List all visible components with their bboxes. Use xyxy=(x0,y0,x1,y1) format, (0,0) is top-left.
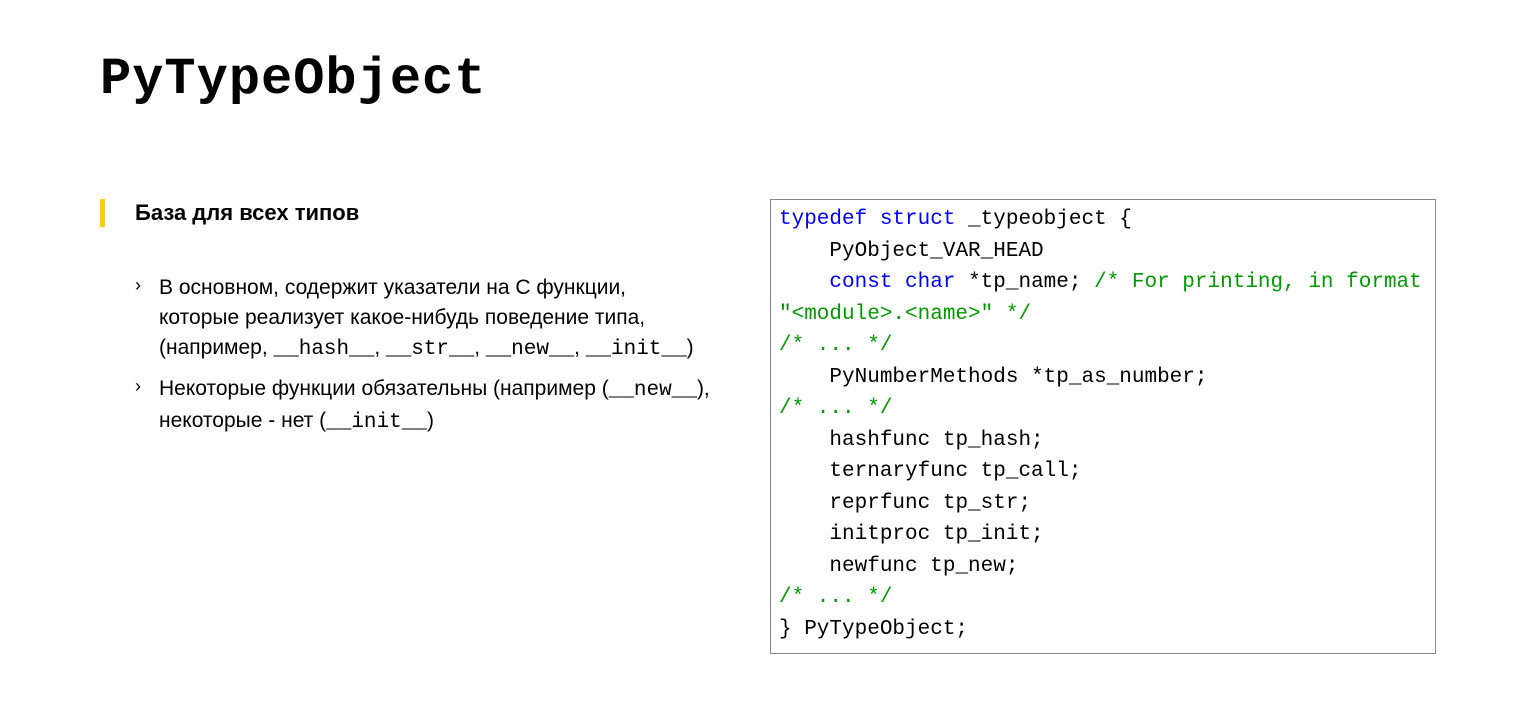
code-inline: __init__ xyxy=(326,411,427,434)
code-comment: /* ... */ xyxy=(779,397,892,420)
text-fragment: , xyxy=(574,336,586,359)
code-keyword: char xyxy=(905,271,955,294)
bullet-text: В основном, содержит указатели на C функ… xyxy=(159,273,710,366)
code-comment: /* ... */ xyxy=(779,586,892,609)
section-heading: База для всех типов xyxy=(135,199,359,228)
text-fragment: , xyxy=(474,336,486,359)
code-text: newfunc tp_new; xyxy=(779,555,1018,578)
bullet-list: › В основном, содержит указатели на C фу… xyxy=(100,273,710,439)
list-item: › В основном, содержит указатели на C фу… xyxy=(135,273,710,366)
accent-bar xyxy=(100,199,105,227)
code-text: } PyTypeObject; xyxy=(779,618,968,641)
text-fragment: ) xyxy=(687,336,694,359)
slide-title: PyTypeObject xyxy=(100,50,1436,109)
code-keyword: const xyxy=(829,271,892,294)
code-text xyxy=(779,271,829,294)
code-inline: __str__ xyxy=(386,338,474,361)
code-inline: __hash__ xyxy=(274,338,375,361)
code-inline: __init__ xyxy=(586,338,687,361)
code-text: initproc tp_init; xyxy=(779,523,1044,546)
code-text xyxy=(892,271,905,294)
text-fragment: , xyxy=(374,336,386,359)
left-column: База для всех типов › В основном, содерж… xyxy=(100,199,710,447)
list-item: › Некоторые функции обязательны (наприме… xyxy=(135,374,710,439)
code-comment: /* ... */ xyxy=(779,334,892,357)
code-text: reprfunc tp_str; xyxy=(779,492,1031,515)
code-text: ternaryfunc tp_call; xyxy=(779,460,1081,483)
chevron-right-icon: › xyxy=(135,275,141,296)
code-text: *tp_name; xyxy=(955,271,1094,294)
code-inline: __new__ xyxy=(486,338,574,361)
code-text: PyObject_VAR_HEAD xyxy=(779,240,1044,263)
heading-row: База для всех типов xyxy=(100,199,710,228)
columns: База для всех типов › В основном, содерж… xyxy=(100,199,1436,654)
text-fragment: ) xyxy=(427,409,434,432)
code-text: _typeobject { xyxy=(955,208,1131,231)
code-text: PyNumberMethods *tp_as_number; xyxy=(779,366,1207,389)
chevron-right-icon: › xyxy=(135,376,141,397)
bullet-text: Некоторые функции обязательны (например … xyxy=(159,374,710,439)
code-text: hashfunc tp_hash; xyxy=(779,429,1044,452)
slide: PyTypeObject База для всех типов › В осн… xyxy=(0,0,1536,725)
code-keyword: typedef xyxy=(779,208,867,231)
code-keyword: struct xyxy=(880,208,956,231)
right-column: typedef struct _typeobject { PyObject_VA… xyxy=(770,199,1436,654)
code-inline: __new__ xyxy=(609,379,697,402)
code-block: typedef struct _typeobject { PyObject_VA… xyxy=(770,199,1436,654)
text-fragment: Некоторые функции обязательны (например … xyxy=(159,377,609,400)
